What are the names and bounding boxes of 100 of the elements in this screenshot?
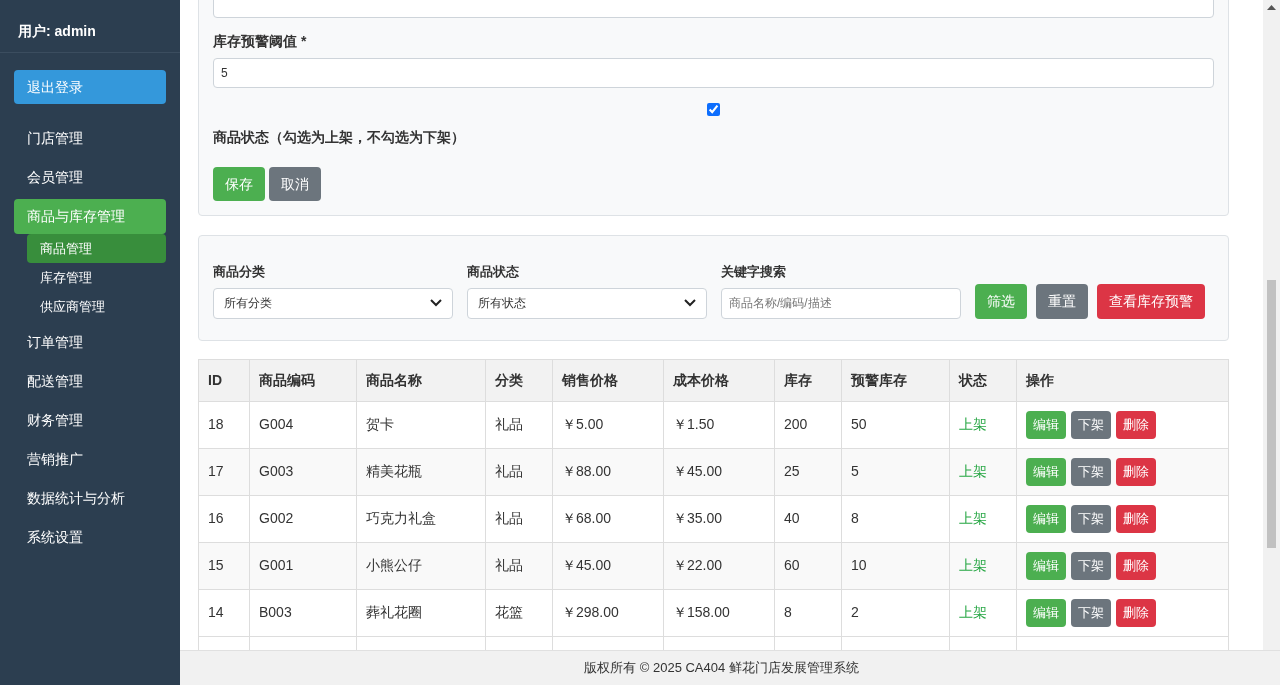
cancel-button[interactable]: 取消 — [269, 167, 321, 201]
edit-button[interactable]: 编辑 — [1026, 504, 1066, 533]
edit-button[interactable]: 编辑 — [1026, 551, 1066, 580]
table-cell-text: 葬礼花圈 — [366, 603, 422, 622]
sidebar-item[interactable]: 营销推广 — [14, 442, 166, 477]
field-label: 关键字搜索 — [721, 263, 787, 281]
table-cell-text: 10 — [851, 556, 867, 575]
table-cell-text: ￥45.00 — [562, 556, 612, 575]
delete-button[interactable]: 删除 — [1116, 410, 1156, 439]
status-text: 上架 — [959, 462, 987, 481]
logout-button[interactable]: 退出登录 — [14, 70, 166, 104]
input-field[interactable]: 5 — [213, 58, 1214, 88]
table-cell-text: 8 — [851, 509, 859, 528]
table-cell-text: 16 — [208, 509, 224, 528]
sidebar-subitem[interactable]: 库存管理 — [27, 263, 166, 292]
unlist-button[interactable]: 下架 — [1071, 551, 1111, 580]
table-cell-text: B003 — [259, 603, 292, 622]
stock-alert-button[interactable]: 查看库存预警 — [1097, 283, 1205, 319]
column-header: 分类 — [495, 370, 523, 390]
delete-button[interactable]: 删除 — [1116, 551, 1156, 580]
reset-button[interactable]: 重置 — [1036, 283, 1088, 319]
table-cell-text: ￥158.00 — [673, 603, 730, 622]
column-header: 操作 — [1026, 370, 1054, 390]
status-select[interactable]: 所有状态 — [467, 287, 707, 319]
sidebar-item[interactable]: 门店管理 — [14, 121, 166, 156]
table-cell-text: 200 — [784, 415, 808, 434]
table-cell-text: 精美花瓶 — [366, 462, 422, 481]
field-label: 商品状态（勾选为上架，不勾选为下架） — [213, 128, 466, 147]
table-cell-text: G002 — [259, 509, 294, 528]
unlist-button[interactable]: 下架 — [1071, 598, 1111, 627]
table-cell-text: 25 — [784, 462, 800, 481]
unlist-button[interactable]: 下架 — [1071, 457, 1111, 486]
sidebar-subitem[interactable]: 商品管理 — [27, 234, 166, 263]
sidebar-item[interactable]: 商品与库存管理 — [14, 199, 166, 234]
delete-button[interactable]: 删除 — [1116, 598, 1156, 627]
checkbox[interactable] — [707, 103, 720, 116]
column-header: 销售价格 — [562, 370, 618, 390]
table-cell-text: 贺卡 — [366, 415, 394, 434]
unlist-button[interactable]: 下架 — [1071, 504, 1111, 533]
chevron-down-icon — [430, 299, 442, 307]
table-cell-text: 礼品 — [495, 415, 523, 434]
column-header: 库存 — [784, 370, 812, 390]
copyright-text: 版权所有 © 2025 CA404 鲜花门店发展管理系统 — [584, 659, 859, 678]
table-cell-text: 5 — [851, 462, 859, 481]
status-text: 上架 — [959, 415, 987, 434]
scroll-up-icon — [1267, 4, 1276, 10]
save-button[interactable]: 保存 — [213, 167, 265, 201]
sidebar-item[interactable]: 会员管理 — [14, 160, 166, 195]
table-cell-text: 40 — [784, 509, 800, 528]
edit-button[interactable]: 编辑 — [1026, 410, 1066, 439]
table-cell-text: 礼品 — [495, 462, 523, 481]
field-label: 商品状态 — [467, 263, 520, 281]
table-cell-text: ￥22.00 — [673, 556, 723, 575]
table-cell-text: 50 — [851, 415, 867, 434]
table-cell-text: ￥35.00 — [673, 509, 723, 528]
table-cell-text: 18 — [208, 415, 224, 434]
user-label: 用户: admin — [18, 22, 96, 41]
delete-button[interactable]: 删除 — [1116, 457, 1156, 486]
field-label: 商品分类 — [213, 263, 266, 281]
table-cell-text: 60 — [784, 556, 800, 575]
chevron-down-icon — [684, 299, 696, 307]
table-cell-text: 礼品 — [495, 509, 523, 528]
table-cell-text: 巧克力礼盒 — [366, 509, 436, 528]
status-text: 上架 — [959, 603, 987, 622]
table-cell-text: G001 — [259, 556, 294, 575]
table-cell-text: G003 — [259, 462, 294, 481]
column-header: ID — [208, 370, 222, 390]
table-cell-text: 礼品 — [495, 556, 523, 575]
category-select[interactable]: 所有分类 — [213, 287, 453, 319]
column-header: 状态 — [959, 370, 987, 390]
table-cell-text: ￥68.00 — [562, 509, 612, 528]
column-header: 预警库存 — [851, 370, 907, 390]
sidebar-item[interactable]: 订单管理 — [14, 325, 166, 360]
column-header: 商品编码 — [259, 370, 315, 390]
search-field[interactable]: 商品名称/编码/描述 — [721, 287, 961, 319]
edit-button[interactable]: 编辑 — [1026, 457, 1066, 486]
column-header: 成本价格 — [673, 370, 729, 390]
table-cell-text: ￥5.00 — [562, 415, 604, 434]
table-cell-text: ￥1.50 — [673, 415, 715, 434]
sidebar-subitem[interactable]: 供应商管理 — [27, 292, 166, 321]
status-text: 上架 — [959, 556, 987, 575]
table-cell-text: 14 — [208, 603, 224, 622]
unlist-button[interactable]: 下架 — [1071, 410, 1111, 439]
sidebar-item[interactable]: 配送管理 — [14, 364, 166, 399]
status-text: 上架 — [959, 509, 987, 528]
filter-button[interactable]: 筛选 — [975, 283, 1027, 319]
edit-button[interactable]: 编辑 — [1026, 598, 1066, 627]
table-cell-text: 小熊公仔 — [366, 556, 422, 575]
table-cell-text: 8 — [784, 603, 792, 622]
field-label: 库存预警阈值 * — [213, 32, 308, 51]
delete-button[interactable]: 删除 — [1116, 504, 1156, 533]
table-cell-text: 花篮 — [495, 603, 523, 622]
sidebar-item[interactable]: 数据统计与分析 — [14, 481, 166, 516]
sidebar-item[interactable]: 财务管理 — [14, 403, 166, 438]
table-cell-text: ￥88.00 — [562, 462, 612, 481]
sidebar-item[interactable]: 系统设置 — [14, 520, 166, 555]
table-cell-text: G004 — [259, 415, 294, 434]
table-cell-text: 17 — [208, 462, 224, 481]
column-header: 商品名称 — [366, 370, 422, 390]
table-cell-text: ￥298.00 — [562, 603, 619, 622]
